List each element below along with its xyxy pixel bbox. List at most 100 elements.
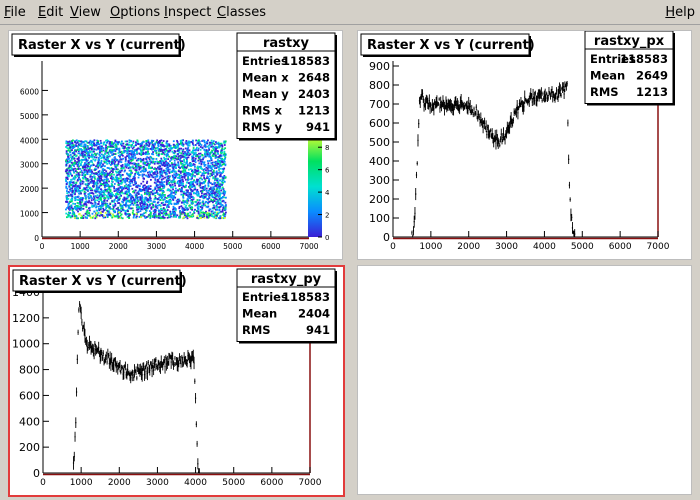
heatmap-cells <box>64 139 227 220</box>
heatmap-cell <box>71 144 73 147</box>
heatmap-cell <box>203 212 206 214</box>
heatmap-cell <box>224 176 227 179</box>
histogram-point <box>516 104 518 106</box>
heatmap-cell <box>124 210 127 212</box>
heatmap-cell <box>191 213 194 216</box>
menu-inspect[interactable]: Inspect <box>164 5 211 20</box>
x-tick-label: 1000 <box>419 242 442 252</box>
histogram-point <box>486 134 488 136</box>
heatmap-cell <box>150 139 153 142</box>
heatmap-cell <box>166 164 169 167</box>
pad-top-right[interactable]: 0 1000 2000 3000 4000 5000 6000 7000 0 100 200 300 4… <box>357 30 692 260</box>
heatmap-cell <box>74 160 76 162</box>
histogram-point <box>411 232 413 234</box>
heatmap-cell <box>103 141 106 144</box>
heatmap-cell <box>66 181 69 184</box>
heatmap-cell <box>75 217 78 220</box>
histogram-point <box>473 108 475 110</box>
histogram-point <box>421 92 424 94</box>
heatmap-cell <box>165 141 168 144</box>
heatmap-cell <box>162 207 165 209</box>
heatmap-cell <box>150 167 152 170</box>
heatmap-cell <box>224 140 227 143</box>
heatmap-cell <box>186 202 189 205</box>
menu-file[interactable]: File <box>4 5 26 20</box>
heatmap-cell <box>153 216 156 219</box>
heatmap-cell <box>172 140 175 143</box>
heatmap-cell <box>103 160 106 163</box>
heatmap-cell <box>71 149 73 151</box>
heatmap-cell <box>208 201 211 203</box>
heatmap-cell <box>84 156 87 159</box>
heatmap-cell <box>170 147 173 150</box>
heatmap-cell <box>182 148 185 151</box>
heatmap-cell <box>96 174 99 176</box>
menu-options[interactable]: Options <box>110 5 160 20</box>
heatmap-cell <box>184 178 187 181</box>
histogram-point <box>532 93 534 95</box>
heatmap-cell <box>121 205 124 208</box>
heatmap-cell <box>218 208 221 211</box>
heatmap-cell <box>177 164 180 167</box>
heatmap-cell <box>119 192 122 195</box>
heatmap-cell <box>120 169 123 172</box>
heatmap-cell <box>169 195 172 198</box>
heatmap-cell <box>123 170 126 173</box>
menu-help[interactable]: Help <box>665 5 695 20</box>
heatmap-cell <box>126 185 129 188</box>
heatmap-cell <box>201 161 204 164</box>
heatmap-cell <box>143 199 146 202</box>
stats-box: rastxyEntries118583Mean x 2648Mean y 2403R… <box>236 32 337 141</box>
heatmap-cell <box>201 215 204 217</box>
menu-edit[interactable]: Edit <box>38 5 63 20</box>
heatmap-cell <box>115 148 118 151</box>
heatmap-cell <box>134 169 137 171</box>
heatmap-cell <box>97 146 100 149</box>
heatmap-cell <box>209 214 211 217</box>
heatmap-cell <box>195 139 198 142</box>
heatmap-cell <box>206 145 209 148</box>
heatmap-cell <box>98 185 101 187</box>
histogram-point <box>464 106 466 108</box>
heatmap-cell <box>202 156 205 159</box>
heatmap-cell <box>144 201 147 204</box>
heatmap-cell <box>154 160 157 163</box>
menu-classes[interactable]: Classes <box>217 5 266 20</box>
heatmap-cell <box>182 185 185 188</box>
heatmap-cell <box>211 188 214 190</box>
heatmap-cell <box>162 164 165 166</box>
heatmap-cell <box>162 193 164 196</box>
heatmap-cell <box>105 150 108 153</box>
pad-top-left[interactable]: 0 1000 2000 3000 4000 5000 6000 7000 0 1000 2000 30… <box>8 30 343 260</box>
heatmap-cell <box>111 216 114 219</box>
heatmap-cell <box>126 148 129 151</box>
heatmap-cell <box>141 213 144 216</box>
menu-view[interactable]: View <box>70 5 101 20</box>
heatmap-cell <box>111 142 113 145</box>
pad-bottom-left[interactable]: 0 1000 2000 3000 4000 5000 6000 7000 0 200 400 600 8… <box>8 265 345 497</box>
histogram-point <box>149 369 151 371</box>
heatmap-cell <box>77 210 79 213</box>
heatmap-cell <box>177 146 179 149</box>
heatmap-cell <box>199 209 202 212</box>
heatmap-cell <box>66 187 69 190</box>
heatmap-cell <box>159 182 162 185</box>
heatmap-cell <box>93 139 96 142</box>
histogram-point <box>124 365 126 367</box>
heatmap-cell <box>97 212 100 214</box>
histogram-point <box>419 101 421 103</box>
heatmap-cell <box>145 216 148 218</box>
heatmap-cell <box>80 162 82 165</box>
heatmap-cell <box>77 164 80 167</box>
heatmap-cell <box>163 198 165 201</box>
y-tick-label: 500 <box>369 136 390 149</box>
heatmap-cell <box>120 207 123 210</box>
heatmap-cell <box>180 193 183 196</box>
heatmap-cell <box>217 150 219 153</box>
heatmap-cell <box>196 183 199 186</box>
heatmap-cell <box>115 197 117 199</box>
heatmap-cell <box>207 162 210 165</box>
histogram-point <box>517 112 519 114</box>
heatmap-cell <box>172 151 175 154</box>
histogram-point <box>478 116 480 118</box>
